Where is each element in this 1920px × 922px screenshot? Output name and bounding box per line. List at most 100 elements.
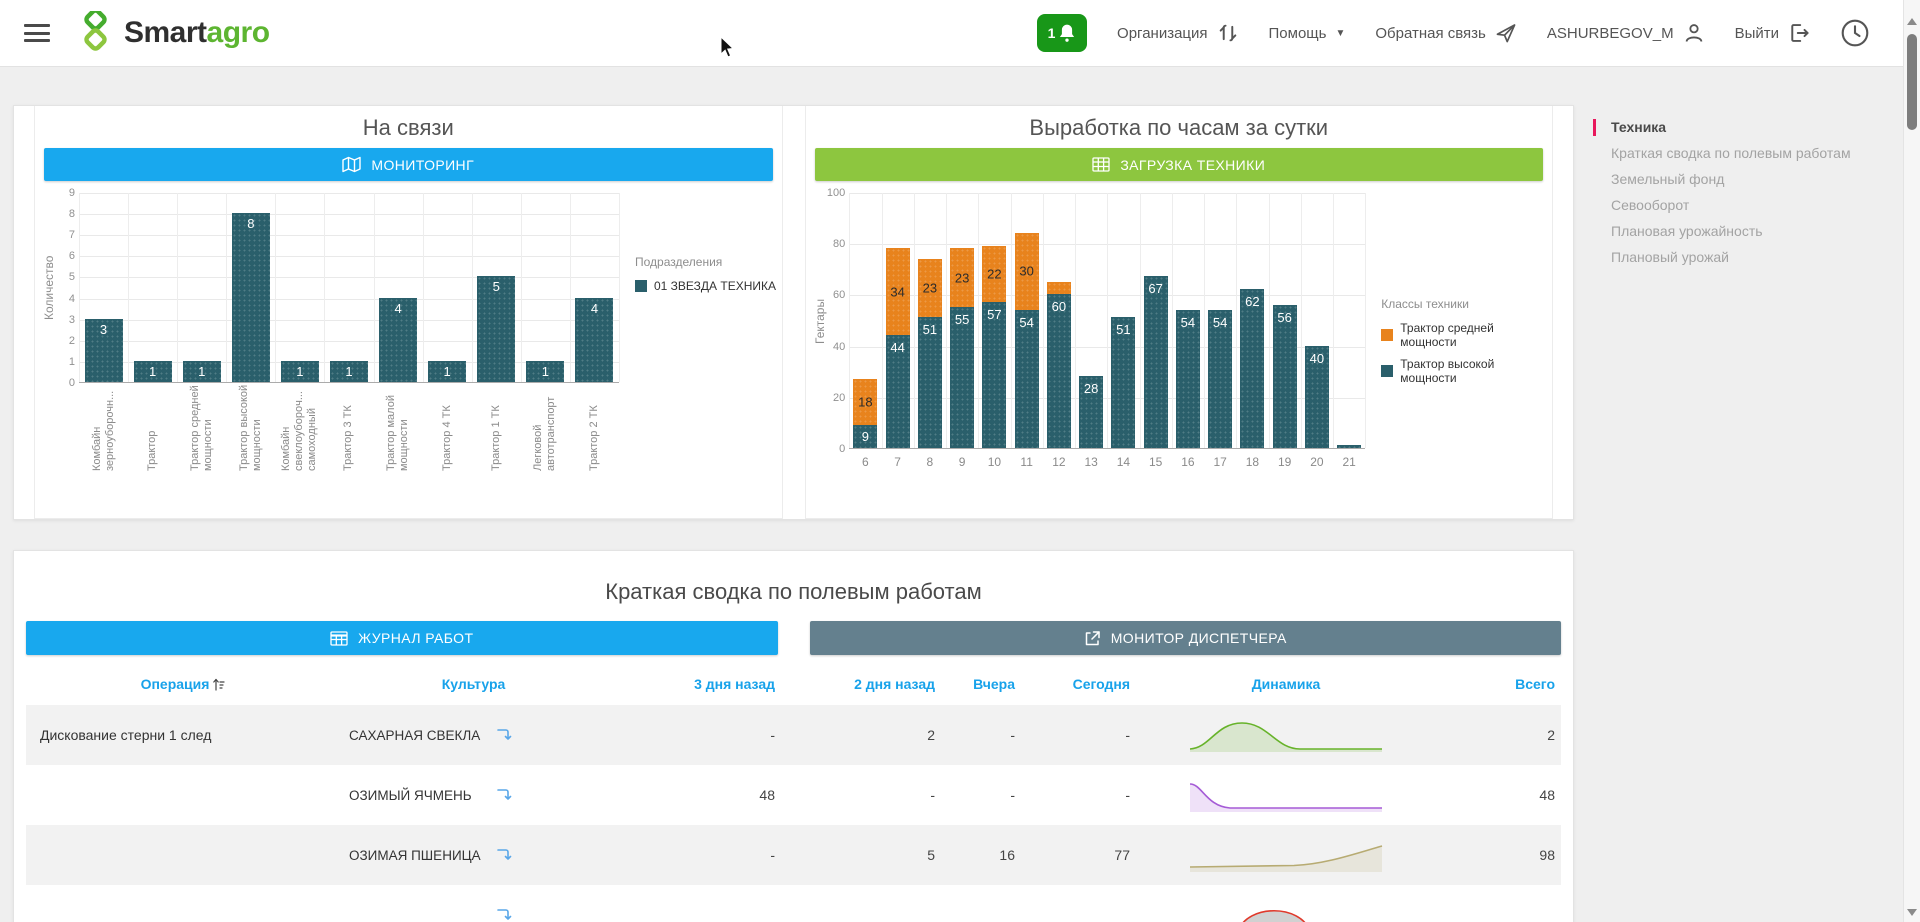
output-legend: Классы техники Трактор средней мощностиТ… — [1381, 297, 1552, 469]
x-tick-text: Легковой автотранспорт — [532, 383, 558, 471]
bar-segment-medium-power: 30 — [1015, 233, 1039, 310]
culture-cell: ОЗИМАЯ ПШЕНИЦА — [341, 846, 606, 864]
x-tick-label: Трактор малой мощности — [373, 383, 422, 475]
y-tick-label: 40 — [833, 341, 845, 353]
dynamics-sparkline — [1186, 838, 1386, 872]
gridline — [79, 193, 80, 382]
table-row: ОЗИМЫЙ ЯЧМЕНЬ48---48 — [26, 765, 1561, 825]
sidebar-item-label: Техника — [1611, 119, 1666, 135]
sidebar-item[interactable]: Севооборот — [1611, 192, 1901, 218]
bar-value-label: 4 — [575, 301, 613, 316]
dynamics-cell — [1136, 838, 1436, 872]
x-tick-label: Трактор высокой мощности — [226, 383, 275, 475]
gridline — [275, 193, 276, 382]
scrollbar-thumb[interactable] — [1907, 34, 1917, 130]
bar-value-label: 51 — [1111, 322, 1135, 337]
column-header-2days: 2 дня назад — [781, 676, 941, 692]
x-tick-text: Комбайн свеклоуборoч... самоходный — [280, 383, 319, 471]
history-button[interactable] — [1840, 18, 1870, 48]
logo[interactable]: Smartagro — [76, 11, 270, 55]
culture-name: ОЗИМЫЙ ЯЧМЕНЬ — [349, 788, 487, 803]
sidebar-item[interactable]: Земельный фонд — [1611, 166, 1901, 192]
value-today: - — [1021, 727, 1136, 743]
summary-title: Краткая сводка по полевым работам — [14, 551, 1573, 605]
column-header-operation[interactable]: Операция — [26, 676, 341, 692]
legend-label: Трактор высокой мощности — [1400, 357, 1552, 385]
dispatcher-monitor-button[interactable]: МОНИТОР ДИСПЕТЧЕРА — [810, 621, 1562, 655]
legend-item: Трактор средней мощности — [1381, 321, 1552, 349]
summary-card: Краткая сводка по полевым работам ЖУРНАЛ… — [13, 550, 1574, 922]
value-yesterday: - — [941, 727, 1021, 743]
bar-segment-medium-power: 34 — [886, 248, 910, 335]
gridline — [1269, 193, 1270, 448]
legend-item: 01 ЗВЕЗДА ТЕХНИКА — [635, 279, 776, 293]
nav-user[interactable]: ASHURBEGOV_M — [1547, 22, 1705, 44]
scroll-down-arrow[interactable] — [1907, 909, 1917, 916]
gridline — [1301, 193, 1302, 448]
legend-swatch — [635, 280, 647, 292]
monitoring-button[interactable]: МОНИТОРИНГ — [44, 148, 773, 181]
scroll-up-arrow[interactable] — [1907, 18, 1917, 25]
bar-value-label: 22 — [982, 266, 1006, 281]
y-tick-label: 1 — [69, 356, 75, 368]
bar-segment-high-power: 67 — [1144, 276, 1168, 448]
bar-value-label: 67 — [1144, 281, 1168, 296]
page-scrollbar[interactable] — [1903, 0, 1920, 922]
gridline — [1043, 193, 1044, 448]
machinery-load-button[interactable]: ЗАГРУЗКА ТЕХНИКИ — [815, 148, 1544, 181]
bar-value-label: 1 — [330, 361, 368, 382]
x-tick-label: Трактор 1 ТК — [472, 383, 521, 475]
dynamics-cell — [1136, 718, 1436, 752]
x-tick-label: 19 — [1269, 449, 1301, 469]
drill-down-arrow-icon[interactable] — [496, 846, 514, 864]
nav-help[interactable]: Помощь ▼ — [1269, 25, 1346, 42]
gridline — [226, 193, 227, 382]
table-header-row: Операция Культура 3 дня назад 2 дня наза… — [26, 663, 1561, 705]
bar-value-label: 23 — [918, 281, 942, 296]
gridline — [128, 193, 129, 382]
drill-down-arrow-icon[interactable] — [496, 786, 514, 804]
sidebar-item[interactable]: Плановая урожайность — [1611, 218, 1901, 244]
x-tick-label: Трактор 2 ТК — [570, 383, 619, 475]
menu-icon[interactable] — [24, 24, 50, 42]
bar-value-label: 54 — [1015, 315, 1039, 330]
sidebar-item[interactable]: Техника — [1611, 114, 1901, 140]
x-tick-label: Трактор 4 ТК — [423, 383, 472, 475]
gridline — [1365, 193, 1366, 448]
bar: 1 — [281, 361, 319, 382]
y-axis-label: Гектары — [812, 193, 828, 449]
monitoring-panel: На связи МОНИТОРИНГ Количество 012345678… — [34, 106, 783, 519]
gridline — [978, 193, 979, 448]
x-tick-label: 9 — [946, 449, 978, 469]
culture-cell: ОЗИМЫЙ ЯЧМЕНЬ — [341, 786, 606, 804]
bar: 5 — [477, 276, 515, 382]
drill-down-arrow-icon[interactable] — [496, 906, 514, 922]
monitoring-legend: Подразделения 01 ЗВЕЗДА ТЕХНИКА — [635, 255, 776, 475]
y-tick-label: 8 — [69, 208, 75, 220]
nav-organization[interactable]: Организация — [1117, 22, 1238, 44]
sidebar-item[interactable]: Плановый урожай — [1611, 244, 1901, 270]
x-tick-label: Трактор 3 ТК — [324, 383, 373, 475]
bar-value-label: 1 — [183, 361, 221, 382]
legend-item: Трактор высокой мощности — [1381, 357, 1552, 385]
notifications-button[interactable]: 1 — [1037, 14, 1087, 52]
active-indicator — [1593, 119, 1596, 136]
drill-down-arrow-icon[interactable] — [496, 726, 514, 744]
y-tick-label: 80 — [833, 238, 845, 250]
dynamics-sparkline — [1186, 718, 1386, 752]
value-today: - — [1021, 787, 1136, 803]
gridline — [1236, 193, 1237, 448]
x-tick-label: 7 — [882, 449, 914, 469]
nav-logout[interactable]: Выйти — [1735, 22, 1810, 44]
nav-feedback[interactable]: Обратная связь — [1375, 22, 1517, 44]
x-tick-text: Трактор 1 ТК — [490, 383, 503, 471]
x-tick-text: Комбайн зерноуборочн... — [91, 383, 117, 471]
value-yesterday: - — [941, 787, 1021, 803]
work-journal-button[interactable]: ЖУРНАЛ РАБОТ — [26, 621, 778, 655]
gridline — [1204, 193, 1205, 448]
sidebar-item[interactable]: Краткая сводка по полевым работам — [1611, 140, 1901, 166]
grid-icon — [1092, 157, 1110, 172]
bar-value-label: 57 — [982, 307, 1006, 322]
culture-cell — [341, 906, 606, 922]
bar-segment-high-power — [1337, 445, 1361, 448]
